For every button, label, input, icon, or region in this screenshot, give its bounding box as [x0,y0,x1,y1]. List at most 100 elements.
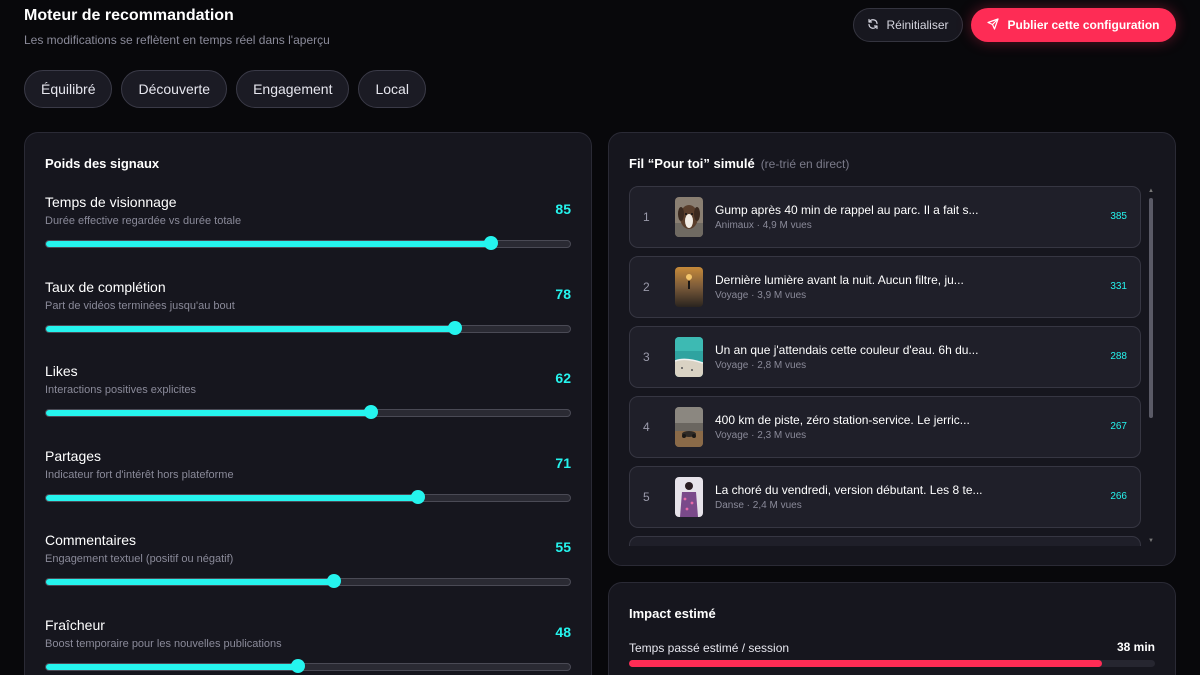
feed-item-score: 331 [1110,281,1127,292]
signal-value: 48 [555,624,571,640]
feed-item-title: Un an que j'attendais cette couleur d'ea… [715,343,979,357]
signal-desc: Part de vidéos terminées jusqu'au bout [45,300,235,312]
signal-likes: Likes Interactions positives explicites … [45,363,573,433]
slider-fill [46,410,371,416]
signal-desc: Engagement textuel (positif ou négatif) [45,553,234,565]
feed-scrollbar[interactable]: ▲ ▼ [1147,186,1155,546]
signal-name: Taux de complétion [45,279,166,295]
publish-button-label: Publier cette configuration [1007,18,1160,32]
sunset-photo-thumbnail [675,267,703,307]
signal-desc: Indicateur fort d'intérêt hors plateform… [45,469,234,481]
slider-fill [46,495,419,501]
signal-name: Temps de visionnage [45,194,177,210]
preset-engagement[interactable]: Engagement [236,70,350,108]
preset-local[interactable]: Local [358,70,426,108]
signal-slider[interactable] [45,490,571,504]
feed-item[interactable]: 4 400 km de piste, zéro station-service.… [629,396,1141,458]
feed-item-meta: Voyage · 2,8 M vues [715,360,807,371]
feed-rank: 2 [643,280,650,294]
signals-panel-title: Poids des signaux [45,156,160,171]
beach-photo-thumbnail [675,337,703,377]
publish-button[interactable]: Publier cette configuration [971,8,1176,42]
signal-shares: Partages Indicateur fort d'intérêt hors … [45,448,573,518]
signal-slider[interactable] [45,574,571,588]
slider-fill [46,579,335,585]
feed-item-meta: Voyage · 2,3 M vues [715,430,807,441]
feed-panel-title: Fil “Pour toi” simulé (re-trié en direct) [629,156,849,171]
signal-watch-time: Temps de visionnage Durée effective rega… [45,194,573,264]
feed-item-score: 385 [1110,211,1127,222]
signal-name: Partages [45,448,102,464]
impact-metric-value: 38 min [1116,640,1155,654]
dog-photo-thumbnail [675,197,703,237]
signal-slider[interactable] [45,405,571,419]
feed-item-score: 266 [1110,491,1127,502]
slider-thumb[interactable] [447,321,462,335]
feed-item-score: 288 [1110,351,1127,362]
signal-value: 78 [555,286,571,302]
scrollbar-thumb[interactable] [1149,198,1153,418]
slider-fill [46,241,492,247]
preset-decouverte[interactable]: Découverte [121,70,228,108]
signal-desc: Durée effective regardée vs durée totale [45,215,242,227]
preset-bar: Équilibré Découverte Engagement Local [24,70,426,108]
signal-value: 55 [555,539,571,555]
signal-value: 85 [555,201,571,217]
feed-item[interactable]: 3 Un an que j'attendais cette couleur d'… [629,326,1141,388]
signal-freshness: Fraîcheur Boost temporaire pour les nouv… [45,617,573,675]
signal-value: 71 [555,455,571,471]
signals-panel: Poids des signaux Temps de visionnage Du… [24,132,592,675]
feed-item-partial[interactable] [629,536,1141,546]
feed-item-score: 267 [1110,421,1127,432]
feed-item[interactable]: 1 Gump après 40 min de rappel au parc. I… [629,186,1141,248]
feed-rank: 3 [643,350,650,364]
reset-button-label: Réinitialiser [886,18,949,32]
feed-item-title: Dernière lumière avant la nuit. Aucun fi… [715,273,964,287]
page-title: Moteur de recommandation [24,7,234,24]
refresh-icon [867,18,879,33]
slider-thumb[interactable] [363,405,378,419]
reset-button[interactable]: Réinitialiser [853,8,963,42]
feed-title-text: Fil “Pour toi” simulé [629,156,755,171]
feed-item-meta: Animaux · 4,9 M vues [715,220,812,231]
preset-equilibre[interactable]: Équilibré [24,70,113,108]
page-subtitle: Les modifications se reflètent en temps … [24,33,330,47]
slider-thumb[interactable] [290,659,305,673]
impact-panel: Impact estimé Temps passé estimé / sessi… [608,582,1176,675]
feed-item-meta: Voyage · 3,9 M vues [715,290,807,301]
signal-slider[interactable] [45,321,571,335]
desert-photo-thumbnail [675,407,703,447]
slider-thumb[interactable] [411,490,426,504]
impact-progress-bar [629,660,1155,667]
feed-item-title: La choré du vendredi, version débutant. … [715,483,983,497]
signal-completion-rate: Taux de complétion Part de vidéos termin… [45,279,573,349]
feed-panel: Fil “Pour toi” simulé (re-trié en direct)… [608,132,1176,566]
signal-name: Fraîcheur [45,617,105,633]
page-header: Moteur de recommandation Les modificatio… [24,6,330,47]
feed-item[interactable]: 2 Dernière lumière avant la nuit. Aucun … [629,256,1141,318]
scroll-up-icon[interactable]: ▲ [1148,188,1154,194]
feed-rank: 1 [643,210,650,224]
feed-item-title: 400 km de piste, zéro station-service. L… [715,413,970,427]
feed-item-meta: Danse · 2,4 M vues [715,500,802,511]
feed-rank: 5 [643,490,650,504]
signal-value: 62 [555,370,571,386]
impact-panel-title: Impact estimé [629,606,716,621]
feed-item-title: Gump après 40 min de rappel au parc. Il … [715,203,979,217]
feed-list[interactable]: 1 Gump après 40 min de rappel au parc. I… [629,186,1141,546]
signal-slider[interactable] [45,659,571,673]
signal-desc: Boost temporaire pour les nouvelles publ… [45,638,282,650]
signal-slider[interactable] [45,236,571,250]
slider-fill [46,664,298,670]
signal-comments: Commentaires Engagement textuel (positif… [45,532,573,602]
dancer-photo-thumbnail [675,477,703,517]
feed-title-hint: (re-trié en direct) [760,157,850,171]
impact-metric-label: Temps passé estimé / session [629,641,790,655]
feed-rank: 4 [643,420,650,434]
signal-name: Likes [45,363,78,379]
feed-item[interactable]: 5 La choré du vendredi, version débutant… [629,466,1141,528]
slider-fill [46,326,455,332]
slider-thumb[interactable] [327,574,342,588]
scroll-down-icon[interactable]: ▼ [1148,538,1154,544]
slider-thumb[interactable] [484,236,499,250]
